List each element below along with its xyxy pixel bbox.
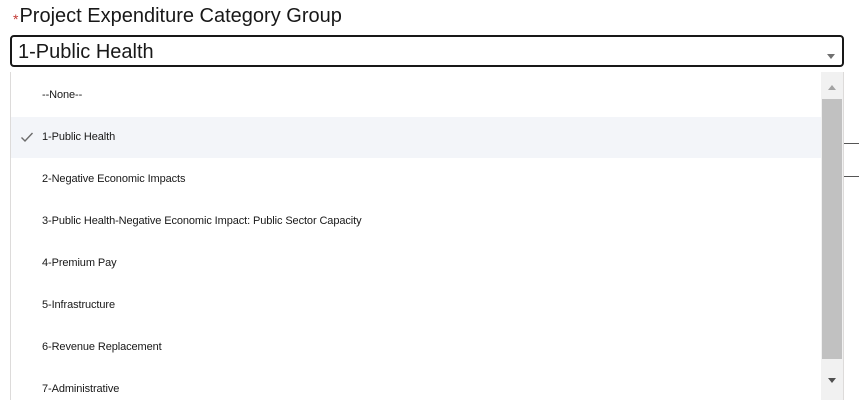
option-administrative[interactable]: 7-Administrative bbox=[11, 369, 821, 400]
option-revenue-replacement[interactable]: 6-Revenue Replacement bbox=[11, 327, 821, 368]
option-label: 1-Public Health bbox=[42, 131, 116, 143]
category-group-listbox[interactable]: --None-- 1-Public Health 2-Negative Econ… bbox=[10, 72, 844, 400]
option-negative-economic-impacts[interactable]: 2-Negative Economic Impacts bbox=[11, 159, 821, 200]
option-label: 2-Negative Economic Impacts bbox=[42, 173, 186, 185]
option-label: 3-Public Health-Negative Economic Impact… bbox=[42, 215, 362, 227]
required-indicator: * bbox=[13, 11, 19, 27]
scroll-down-arrow-icon[interactable] bbox=[828, 378, 836, 383]
option-label: --None-- bbox=[42, 89, 83, 101]
scrollbar-thumb[interactable] bbox=[822, 99, 842, 359]
field-label-text: Project Expenditure Category Group bbox=[19, 5, 342, 27]
background-divider bbox=[844, 143, 859, 144]
option-public-health[interactable]: 1-Public Health bbox=[11, 117, 821, 158]
combobox-selected-value: 1-Public Health bbox=[18, 41, 154, 63]
chevron-down-icon bbox=[827, 54, 835, 59]
option-label: 7-Administrative bbox=[42, 383, 120, 395]
background-divider bbox=[844, 176, 859, 177]
option-premium-pay[interactable]: 4-Premium Pay bbox=[11, 243, 821, 284]
field-label: *Project Expenditure Category Group bbox=[13, 3, 342, 29]
option-none[interactable]: --None-- bbox=[11, 75, 821, 116]
option-label: 6-Revenue Replacement bbox=[42, 341, 162, 353]
option-label: 5-Infrastructure bbox=[42, 299, 115, 311]
checkmark-icon bbox=[21, 132, 34, 143]
option-label: 4-Premium Pay bbox=[42, 257, 117, 269]
scroll-up-arrow-icon[interactable] bbox=[828, 85, 836, 90]
listbox-scrollbar[interactable] bbox=[821, 72, 843, 400]
category-group-combobox[interactable]: 1-Public Health bbox=[10, 35, 844, 67]
option-infrastructure[interactable]: 5-Infrastructure bbox=[11, 285, 821, 326]
option-public-sector-capacity[interactable]: 3-Public Health-Negative Economic Impact… bbox=[11, 201, 821, 242]
